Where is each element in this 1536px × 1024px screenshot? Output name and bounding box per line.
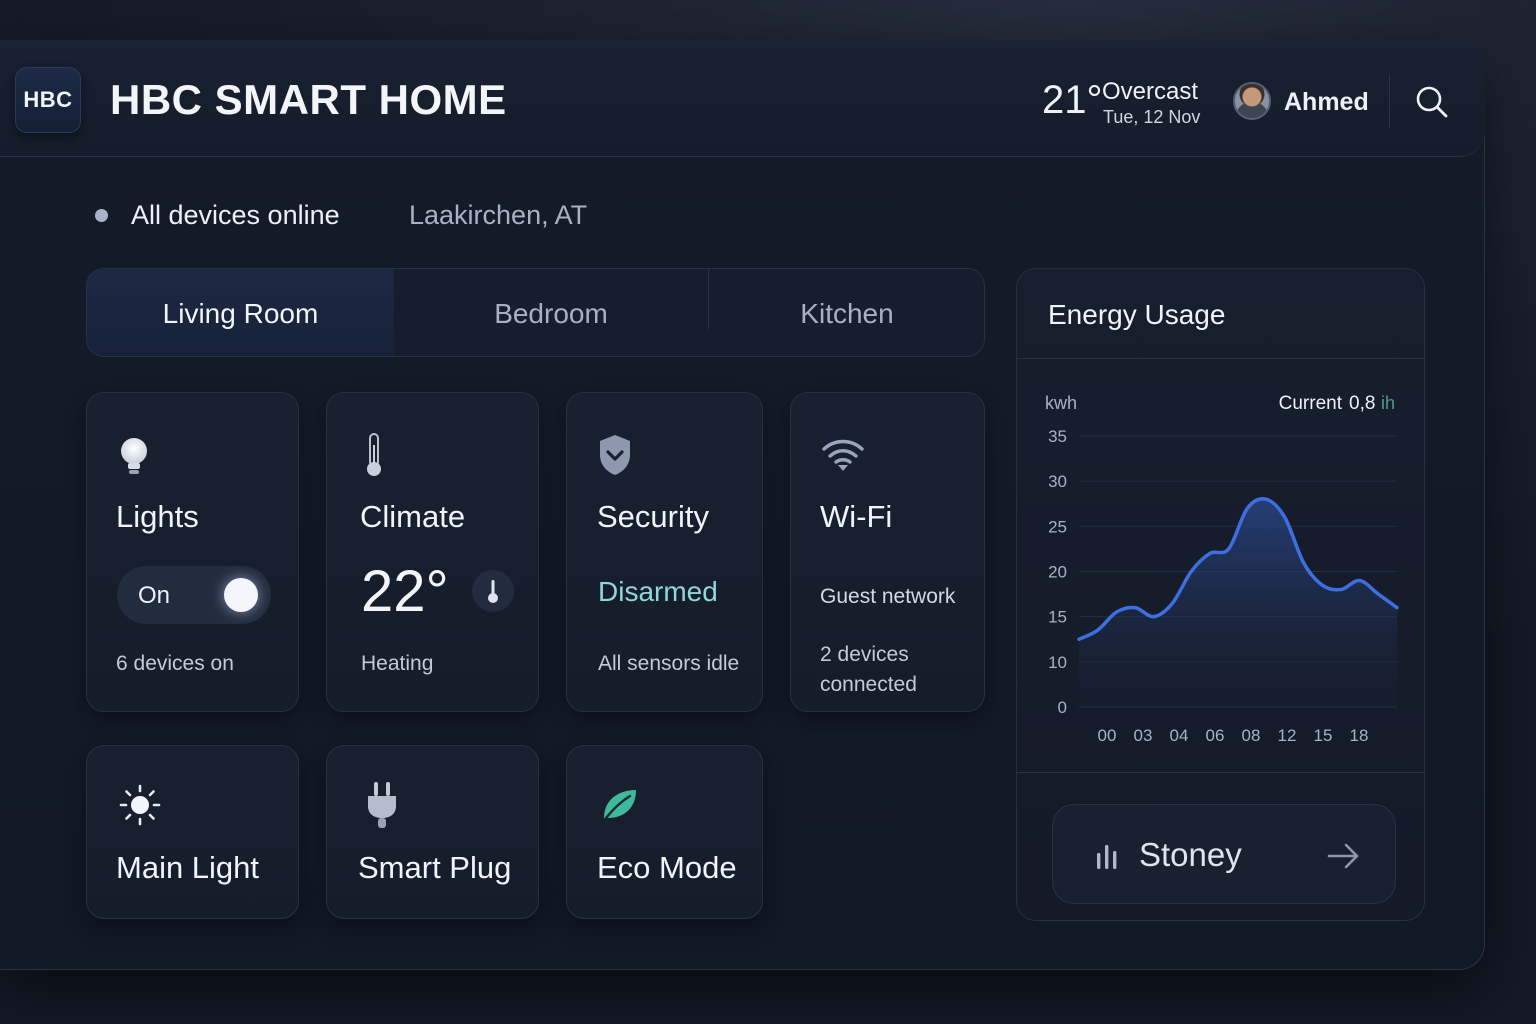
search-button[interactable] [1412, 82, 1452, 122]
x-tick-label: 06 [1206, 726, 1225, 745]
main-light-title: Main Light [116, 850, 260, 885]
eco-mode-card[interactable]: Eco Mode [566, 745, 763, 919]
weather-temperature: 21° [1042, 78, 1103, 122]
y-tick-label: 30 [1048, 472, 1067, 491]
energy-divider [1017, 358, 1424, 359]
x-tick-label: 03 [1134, 726, 1153, 745]
toggle-label: On [138, 582, 171, 609]
y-tick-label: 35 [1048, 427, 1067, 446]
x-tick-label: 12 [1278, 726, 1297, 745]
security-card[interactable]: Security Disarmed All sensors idle [566, 392, 763, 712]
search-icon [1416, 86, 1448, 118]
thermostat-icon[interactable] [472, 570, 514, 612]
security-title: Security [597, 499, 709, 534]
bulb-icon [121, 438, 147, 474]
wifi-icon [822, 439, 864, 471]
stoney-label: Stoney [1139, 836, 1242, 873]
smart-plug-title: Smart Plug [358, 850, 512, 885]
sun-icon [119, 784, 161, 826]
climate-subtitle: Heating [361, 652, 434, 675]
lights-title: Lights [116, 499, 199, 534]
smart-plug-card[interactable]: Smart Plug [326, 745, 539, 919]
y-tick-label: 10 [1048, 653, 1067, 672]
climate-card[interactable]: Climate 22° Heating [326, 392, 539, 712]
tab-kitchen[interactable]: Kitchen [708, 269, 984, 356]
wifi-devices-line1: 2 devices [820, 643, 909, 666]
energy-chart: kwh Current 0,8 ih 0 10 15 20 25 30 35 00 03 04 0… [1045, 393, 1399, 745]
tab-living-room[interactable]: Living Room [87, 269, 394, 356]
energy-title: Energy Usage [1048, 299, 1226, 330]
user-avatar[interactable] [1233, 82, 1271, 120]
current-label: Current [1279, 393, 1343, 414]
weather-condition: Overcast [1102, 78, 1199, 105]
x-tick-label: 00 [1098, 726, 1117, 745]
header-divider [1389, 74, 1390, 128]
arrow-right-icon [1327, 843, 1359, 869]
eco-mode-title: Eco Mode [597, 850, 737, 885]
lights-toggle[interactable]: On [117, 566, 271, 624]
current-unit: ih [1381, 393, 1395, 413]
lights-subtitle: 6 devices on [116, 652, 234, 675]
climate-title: Climate [360, 499, 466, 534]
tab-bedroom[interactable]: Bedroom [394, 269, 708, 356]
shield-icon [600, 435, 630, 475]
user-name[interactable]: Ahmed [1284, 88, 1369, 117]
stoney-button[interactable]: Stoney [1052, 804, 1396, 904]
toggle-knob [224, 578, 258, 612]
y-tick-label: 0 [1058, 698, 1067, 717]
wifi-devices-line2: connected [820, 673, 917, 696]
thermometer-icon [367, 433, 381, 476]
main-light-card[interactable]: Main Light [86, 745, 299, 919]
wifi-card[interactable]: Wi-Fi Guest network 2 devices connected [790, 392, 985, 712]
security-subtitle: All sensors idle [598, 652, 740, 675]
x-tick-label: 15 [1314, 726, 1333, 745]
x-tick-label: 18 [1350, 726, 1369, 745]
climate-temperature: 22° [361, 559, 449, 624]
online-status-dot [95, 209, 108, 222]
leaf-icon [604, 790, 636, 820]
security-state: Disarmed [598, 576, 718, 607]
y-tick-label: 15 [1048, 608, 1067, 627]
room-tabs: Living Room Bedroom Kitchen [86, 268, 985, 357]
current-value: 0,8 [1349, 393, 1375, 414]
bars-icon [1097, 845, 1117, 869]
plug-icon [368, 782, 396, 828]
location-text: Laakirchen, AT [409, 200, 588, 230]
y-tick-label: 25 [1048, 517, 1067, 536]
lights-card[interactable]: Lights On 6 devices on [86, 392, 299, 712]
x-tick-label: 08 [1242, 726, 1261, 745]
app-logo[interactable]: HBC [15, 67, 81, 133]
wifi-network: Guest network [820, 585, 956, 608]
app-title: HBC SMART HOME [110, 76, 507, 123]
chart-unit-label: kwh [1045, 393, 1077, 413]
weather-date: Tue, 12 Nov [1103, 107, 1201, 127]
x-tick-label: 04 [1170, 726, 1189, 745]
y-tick-label: 20 [1048, 563, 1067, 582]
online-status-text: All devices online [131, 200, 340, 230]
energy-divider-bottom [1017, 772, 1424, 773]
wifi-title: Wi-Fi [820, 499, 893, 534]
energy-usage-panel: Energy Usage kwh Current 0,8 ih 0 10 15 20 2… [1016, 268, 1425, 921]
